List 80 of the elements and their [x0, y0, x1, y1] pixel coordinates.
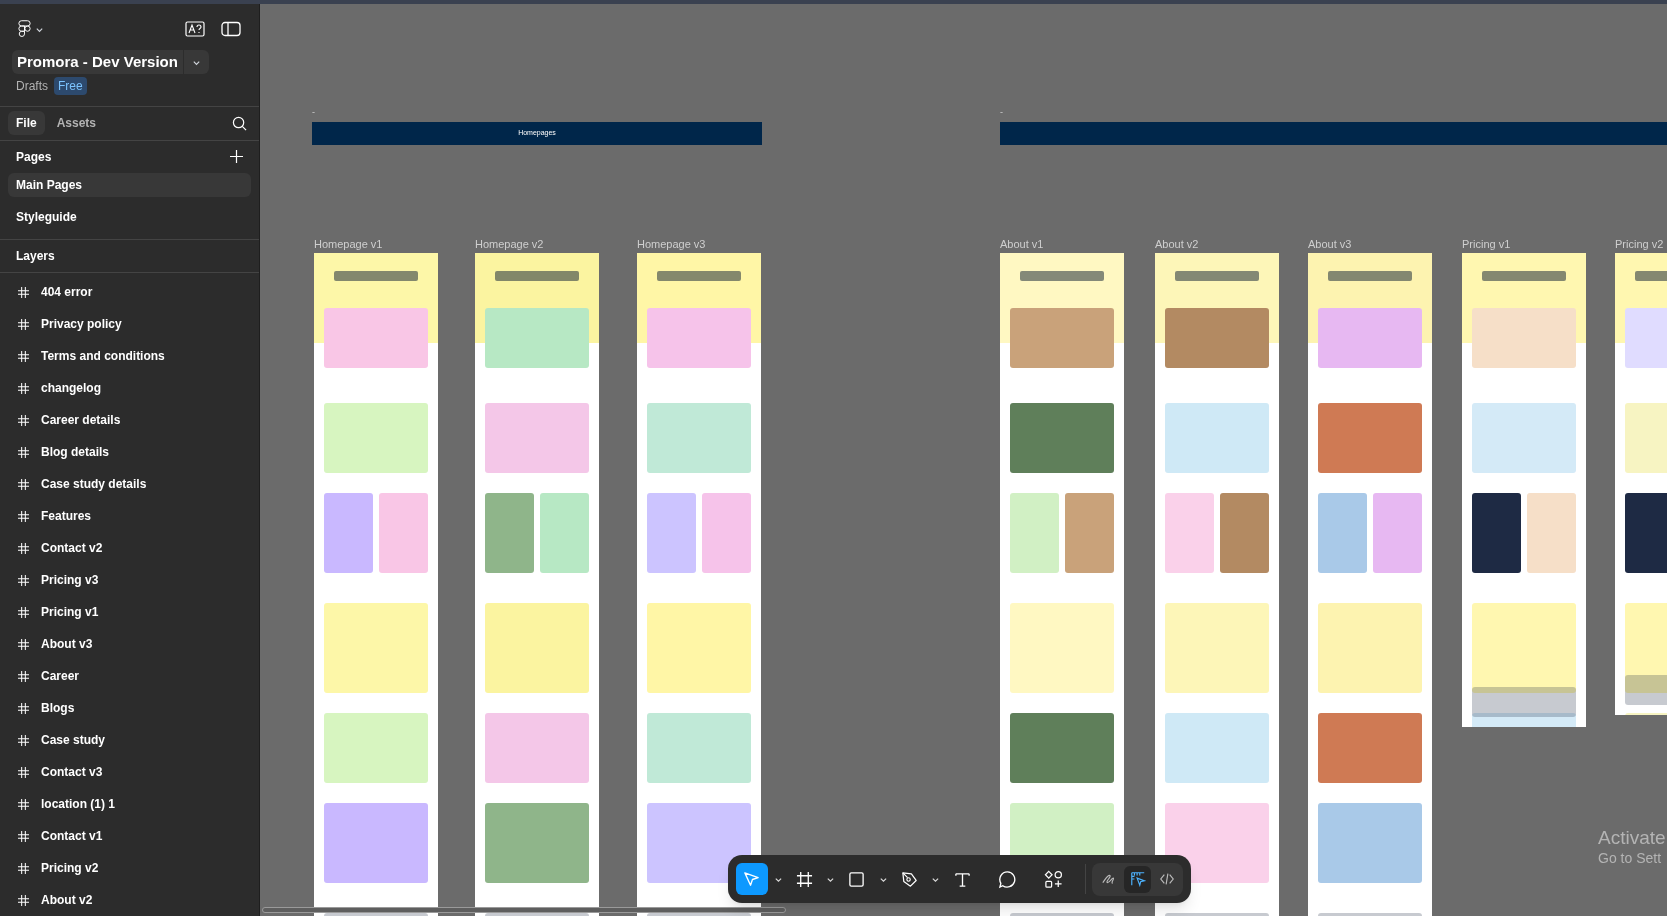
- frame-icon: [18, 350, 29, 362]
- layer-item[interactable]: Career details: [41, 411, 121, 429]
- layer-item[interactable]: location (1) 1: [41, 795, 115, 813]
- ruler-cursor-icon: [1129, 871, 1146, 887]
- layer-item[interactable]: Terms and conditions: [41, 347, 165, 365]
- mode-button[interactable]: [1124, 865, 1151, 893]
- layer-item[interactable]: Pricing v3: [41, 571, 99, 589]
- main-menu-button[interactable]: [18, 20, 44, 38]
- search-icon[interactable]: [232, 115, 247, 131]
- layer-item[interactable]: changelog: [41, 379, 101, 397]
- sidebar-toggle-icon[interactable]: [221, 21, 241, 37]
- file-title-button[interactable]: Promora - Dev Version: [12, 50, 209, 75]
- layer-item[interactable]: Pricing v2: [41, 859, 99, 877]
- panel-tab[interactable]: File: [8, 111, 45, 136]
- layer-item[interactable]: Career: [41, 667, 80, 685]
- frame-label[interactable]: Homepage v3: [637, 236, 706, 253]
- file-title: Promora - Dev Version: [16, 52, 179, 72]
- frame-icon: [795, 870, 813, 888]
- shapes-icon: [1043, 869, 1063, 889]
- frame-label[interactable]: Homepage v1: [314, 236, 383, 253]
- frame-icon: [18, 542, 29, 554]
- frame-icon: [18, 670, 29, 682]
- frame-label[interactable]: Homepage v2: [475, 236, 544, 253]
- notice-subtitle: Go to Sett: [1598, 849, 1663, 868]
- frame-icon: [18, 702, 29, 714]
- frame-icon: [18, 446, 29, 458]
- layer-item[interactable]: Blog details: [41, 443, 109, 461]
- frame-label[interactable]: Pricing v2: [1615, 236, 1664, 253]
- frame-icon: [18, 478, 29, 490]
- frame-label[interactable]: About v2: [1155, 236, 1199, 253]
- tool-button[interactable]: [736, 863, 768, 895]
- page-item[interactable]: Main Pages: [8, 172, 251, 197]
- font-check-icon[interactable]: [185, 21, 205, 37]
- frame-icon: [18, 798, 29, 810]
- text-icon: [953, 870, 971, 888]
- notice-title: Activate: [1598, 826, 1666, 850]
- layer-item[interactable]: About v3: [41, 635, 93, 653]
- frame-label[interactable]: About v1: [1000, 236, 1044, 253]
- layer-item[interactable]: About v2: [41, 891, 93, 909]
- horizontal-scrollbar[interactable]: [262, 907, 786, 913]
- page-item[interactable]: Styleguide: [8, 204, 251, 229]
- pen-icon: [900, 869, 919, 889]
- logo-icon: [18, 20, 31, 38]
- rectangle-icon: [848, 870, 866, 888]
- frame-icon: [18, 574, 29, 586]
- frame-icon: [18, 510, 29, 522]
- layer-item[interactable]: Features: [41, 507, 92, 525]
- layer-item[interactable]: Contact v3: [41, 763, 103, 781]
- layer-item[interactable]: Pricing v1: [41, 603, 99, 621]
- frame-icon: [18, 766, 29, 778]
- layer-item[interactable]: Privacy policy: [41, 315, 122, 333]
- frame-icon: [18, 734, 29, 746]
- panel-tab[interactable]: Assets: [48, 111, 105, 136]
- layer-item[interactable]: Case study: [41, 731, 106, 749]
- section-marker: -: [312, 108, 315, 117]
- drafts-link[interactable]: Drafts: [16, 77, 48, 96]
- section-title: Pages: [16, 148, 52, 166]
- add-icon[interactable]: [230, 150, 243, 164]
- layer-item[interactable]: Contact v2: [41, 539, 103, 557]
- frame-label[interactable]: About v3: [1308, 236, 1352, 253]
- frame-icon: [18, 414, 29, 426]
- layer-item[interactable]: 404 error: [41, 283, 93, 301]
- frame-icon: [18, 894, 29, 906]
- frame-icon: [18, 286, 29, 298]
- section-title: Layers: [16, 247, 55, 265]
- code-icon: [1158, 871, 1175, 887]
- pointer-icon: [742, 869, 762, 889]
- section-marker: -: [1000, 108, 1003, 117]
- frame-icon: [18, 638, 29, 650]
- layer-item[interactable]: Contact v1: [41, 827, 103, 845]
- frame-icon: [18, 862, 29, 874]
- frame-icon: [18, 830, 29, 842]
- plan-label: Free: [54, 77, 87, 96]
- frame-icon: [18, 318, 29, 330]
- layer-item[interactable]: Case study details: [41, 475, 147, 493]
- layer-item[interactable]: Blogs: [41, 699, 75, 717]
- frame-label[interactable]: Pricing v1: [1462, 236, 1511, 253]
- frame-icon: [18, 606, 29, 618]
- comment-icon: [998, 869, 1018, 889]
- frame-icon: [18, 382, 29, 394]
